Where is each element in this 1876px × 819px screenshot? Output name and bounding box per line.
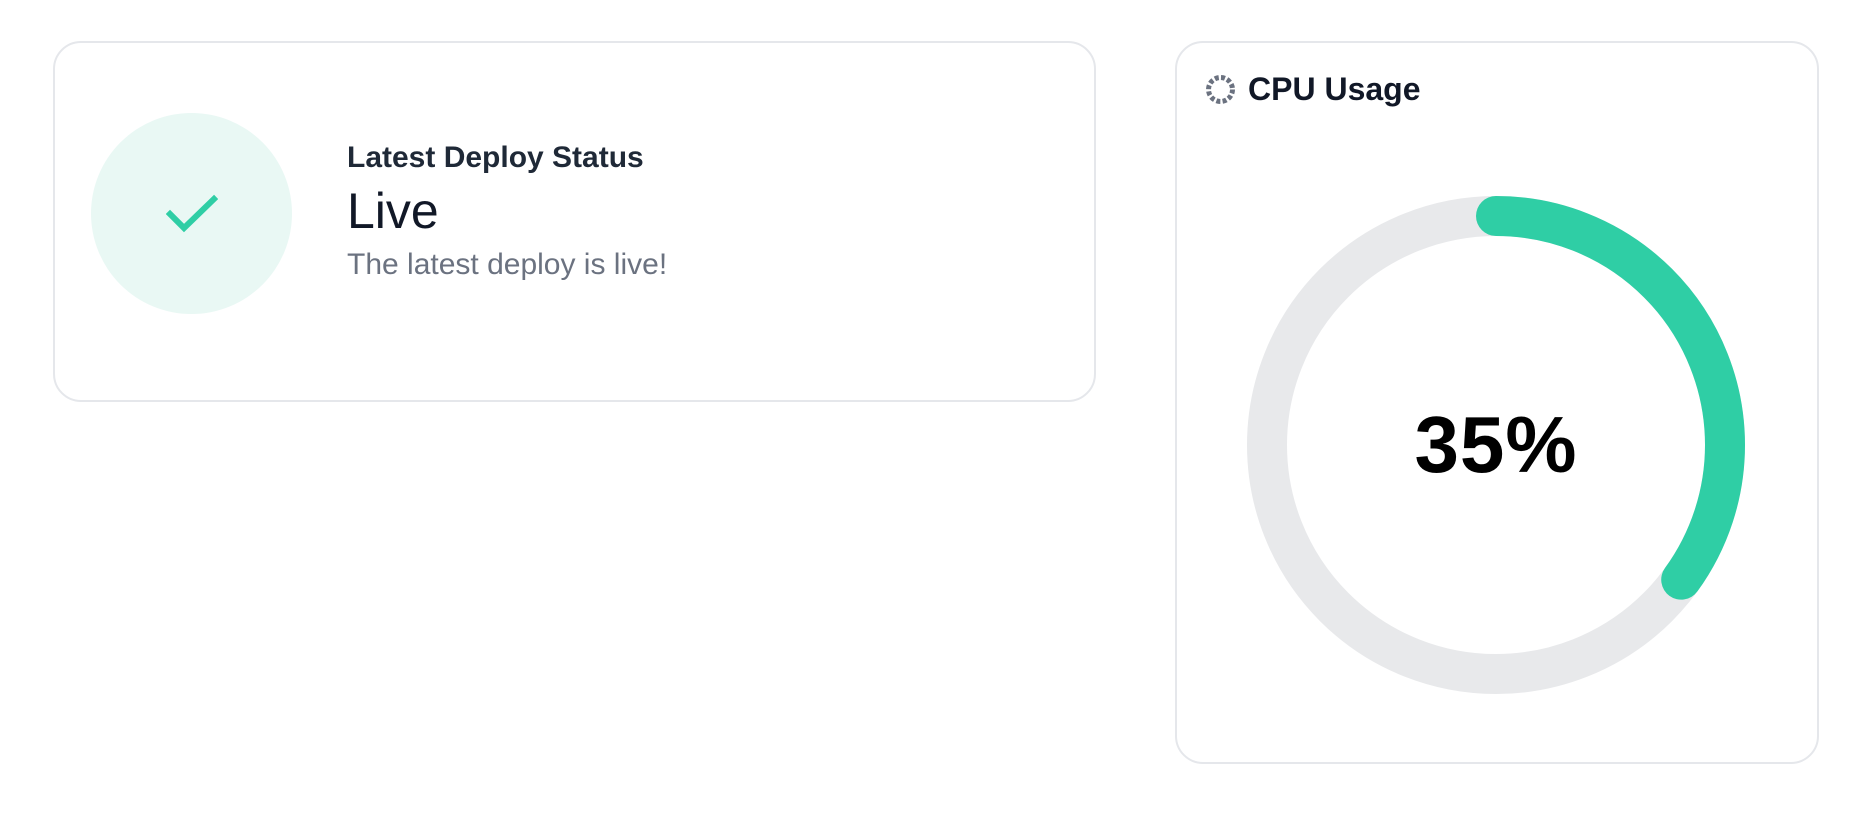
deploy-status-description: The latest deploy is live!	[347, 248, 668, 281]
deploy-text-block: Latest Deploy Status Live The latest dep…	[347, 140, 667, 283]
status-icon-circle	[91, 113, 292, 314]
deploy-status-card: Latest Deploy Status Live The latest dep…	[53, 41, 1096, 402]
cpu-usage-card: CPU Usage 35%	[1175, 41, 1819, 764]
cpu-usage-header: CPU Usage	[1205, 70, 1421, 108]
deploy-status-heading: Latest Deploy Status	[347, 141, 644, 174]
deploy-status-value: Live	[347, 183, 439, 239]
cpu-usage-gauge: 35%	[1246, 195, 1746, 695]
cpu-usage-title: CPU Usage	[1248, 71, 1421, 107]
cpu-usage-value: 35%	[1414, 400, 1578, 489]
check-icon	[165, 194, 218, 232]
loading-ring-icon	[1206, 74, 1235, 104]
